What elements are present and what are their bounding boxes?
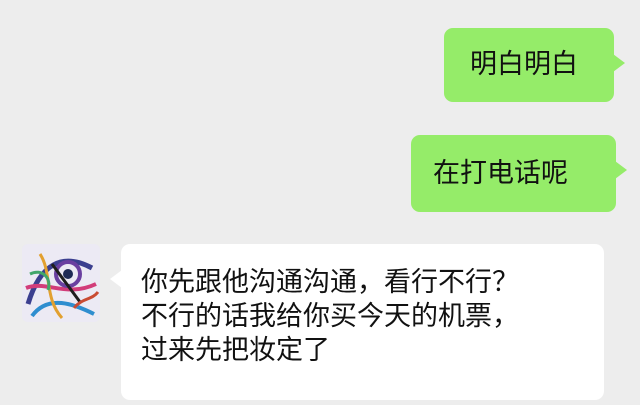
contact-message-bubble[interactable]: 你先跟他沟通沟通，看行不行？ 不行的话我给你买今天的机票， 过来先把妆定了 (110, 244, 604, 400)
message-text: 明白明白 (470, 49, 578, 80)
message-line: 过来先把妆定了 (141, 335, 330, 366)
abstract-art-avatar-icon[interactable] (22, 244, 100, 322)
avatar-image (22, 244, 100, 322)
chat-area: 明白明白 在打电话呢 你先跟他沟通沟通，看行不行？ 不行的话我给你买今天的机票，… (0, 0, 640, 405)
message-line: 不行的话我给你买今天的机票， (141, 301, 519, 332)
message-text: 在打电话呢 (433, 158, 568, 189)
my-message-bubble[interactable]: 在打电话呢 (411, 135, 627, 212)
message-line: 你先跟他沟通沟通，看行不行？ (141, 267, 519, 298)
my-message-bubble[interactable]: 明白明白 (444, 28, 625, 102)
